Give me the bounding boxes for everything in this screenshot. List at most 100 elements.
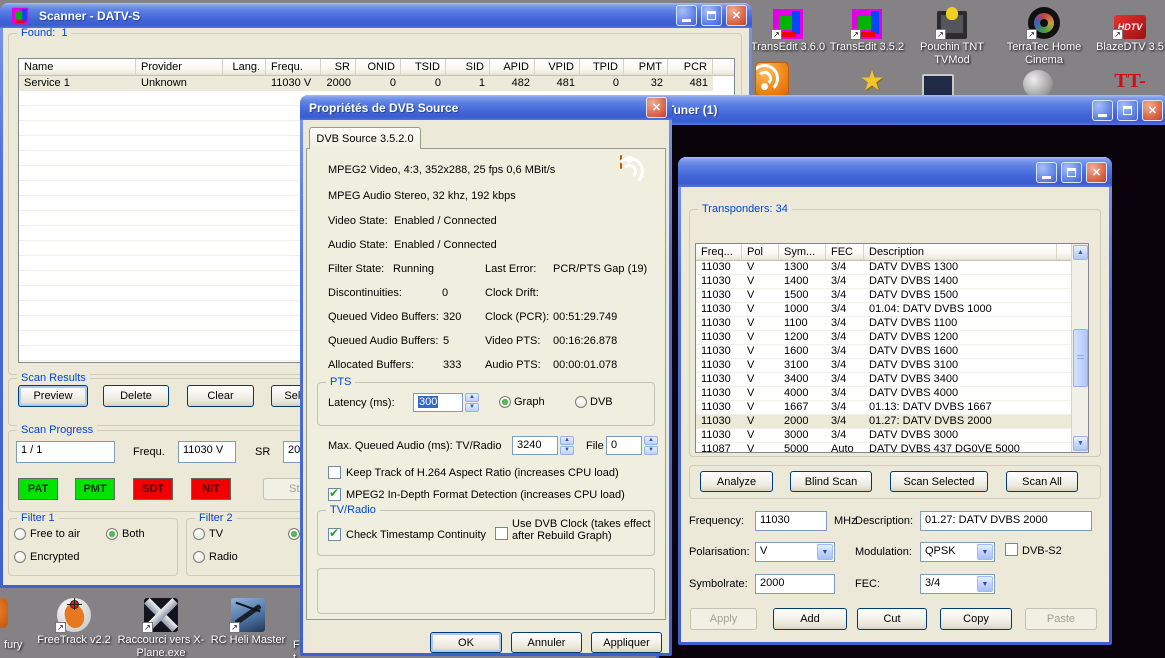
transponder-cell[interactable]: 4000	[779, 387, 826, 400]
transponder-cell[interactable]: V	[742, 401, 779, 414]
transponder-cell[interactable]: 3/4	[826, 429, 864, 442]
scanner-column-header[interactable]: PCR	[668, 59, 713, 76]
latency-spinner[interactable]: ▲▼	[465, 393, 479, 412]
dvbs2-checkbox[interactable]	[1005, 543, 1018, 556]
scanner-column-header[interactable]: Name	[19, 59, 136, 76]
progress-field[interactable]: 1 / 1	[16, 441, 115, 463]
service-cell[interactable]	[223, 76, 266, 91]
transponder-cell[interactable]: 11030	[696, 317, 742, 330]
transponder-cell[interactable]: 1600	[779, 345, 826, 358]
transponder-cell[interactable]: 11030	[696, 303, 742, 316]
transponder-cell[interactable]: 11030	[696, 373, 742, 386]
transponder-cell[interactable]: V	[742, 443, 779, 453]
minimize-button[interactable]	[1092, 100, 1113, 121]
graph-radio[interactable]	[499, 396, 511, 408]
transponder-cell[interactable]: 3/4	[826, 289, 864, 302]
transponder-cell[interactable]: 11030	[696, 401, 742, 414]
transponder-cell[interactable]: 3/4	[826, 373, 864, 386]
transponder-row[interactable]: 11030V13003/4DATV DVBS 1300	[696, 261, 1088, 275]
transponder-cell[interactable]: V	[742, 345, 779, 358]
transponder-cell[interactable]: V	[742, 289, 779, 302]
transponder-column-header[interactable]: Pol	[742, 244, 779, 261]
transponder-cell[interactable]: 3/4	[826, 401, 864, 414]
scan-selected-button[interactable]: Scan Selected	[890, 471, 988, 492]
transponder-row[interactable]: 11030V31003/4DATV DVBS 3100	[696, 359, 1088, 373]
transponder-cell[interactable]: 3/4	[826, 345, 864, 358]
desktop-icon-freetrack[interactable]: ↗ FreeTrack v2.2	[34, 596, 114, 647]
scanner-column-header[interactable]: Lang.	[223, 59, 266, 76]
frequency-input[interactable]: 11030	[755, 511, 827, 531]
close-button[interactable]: ✕	[646, 97, 667, 118]
scroll-down-icon[interactable]: ▼	[1073, 436, 1088, 451]
transponder-cell[interactable]: 1400	[779, 275, 826, 288]
service-cell[interactable]: 2000	[321, 76, 356, 91]
transponder-cell[interactable]: 3/4	[826, 275, 864, 288]
scanner-column-header[interactable]: ONID	[356, 59, 401, 76]
transponder-cell[interactable]: 3/4	[826, 331, 864, 344]
scroll-up-icon[interactable]: ▲	[1073, 245, 1088, 260]
transponder-cell[interactable]: DATV DVBS 1500	[864, 289, 1057, 302]
service-cell[interactable]: 32	[624, 76, 668, 91]
symbolrate-input[interactable]: 2000	[755, 574, 835, 594]
transponder-cell[interactable]: Auto	[826, 443, 864, 453]
scanner-column-header[interactable]: SID	[446, 59, 490, 76]
scan-all-button[interactable]: Scan All	[1006, 471, 1078, 492]
transponder-cell[interactable]: 01.04: DATV DVBS 1000	[864, 303, 1057, 316]
analyze-button[interactable]: Analyze	[700, 471, 773, 492]
transponder-cell[interactable]: 3/4	[826, 387, 864, 400]
transponder-cell[interactable]: 01.27: DATV DVBS 2000	[864, 415, 1057, 428]
transponder-cell[interactable]: 1200	[779, 331, 826, 344]
transponder-cell[interactable]: 1500	[779, 289, 826, 302]
transponder-cell[interactable]: 11030	[696, 429, 742, 442]
transponder-cell[interactable]: V	[742, 261, 779, 274]
minimize-button[interactable]	[676, 5, 697, 26]
transponder-cell[interactable]: 2000	[779, 415, 826, 428]
transponder-cell[interactable]: 1000	[779, 303, 826, 316]
service-cell[interactable]: 0	[356, 76, 401, 91]
transponder-row[interactable]: 11030V16673/401.13: DATV DVBS 1667	[696, 401, 1088, 415]
transponder-cell[interactable]: V	[742, 387, 779, 400]
scanner-titlebar[interactable]: Scanner - DATV-S ✕	[0, 3, 752, 28]
maximize-button[interactable]	[1061, 162, 1082, 183]
chevron-down-icon[interactable]: ▼	[977, 576, 993, 592]
filter2-both-radio[interactable]	[288, 528, 300, 540]
transponder-cell[interactable]: DATV DVBS 1400	[864, 275, 1057, 288]
transponder-row[interactable]: 11030V11003/4DATV DVBS 1100	[696, 317, 1088, 331]
fec-select[interactable]: 3/4▼	[920, 574, 995, 594]
service-cell[interactable]: Service 1	[19, 76, 136, 91]
transponder-cell[interactable]: V	[742, 415, 779, 428]
desktop-icon-satellite[interactable]	[1018, 62, 1058, 98]
maximize-button[interactable]	[701, 5, 722, 26]
transponder-cell[interactable]: 3/4	[826, 261, 864, 274]
scanner-column-header[interactable]: Provider	[136, 59, 223, 76]
transponder-cell[interactable]: DATV DVBS 1200	[864, 331, 1057, 344]
close-button[interactable]: ✕	[1086, 162, 1107, 183]
preview-button[interactable]: Preview	[18, 385, 88, 407]
timestamp-checkbox[interactable]: ✔	[328, 528, 341, 541]
scanner-column-header[interactable]: TPID	[580, 59, 624, 76]
transponder-cell[interactable]: 3400	[779, 373, 826, 386]
tuner-titlebar[interactable]: Tuner (1) ✕	[656, 95, 1165, 125]
transponder-column-header[interactable]: Sym...	[779, 244, 826, 261]
desktop-icon-blazedtv[interactable]: HDTV↗ BlazeDTV 3.5	[1092, 3, 1165, 54]
transponder-cell[interactable]: V	[742, 275, 779, 288]
chevron-down-icon[interactable]: ▼	[817, 544, 833, 560]
desktop-icon-rcheli[interactable]: ↗ RC Heli Master	[204, 596, 292, 647]
dialog-titlebar[interactable]: Propriétés de DVB Source ✕	[300, 95, 672, 120]
transponder-cell[interactable]: 11087	[696, 443, 742, 453]
fury-icon[interactable]	[0, 598, 8, 628]
desktop-icon-pouchin[interactable]: ↗ Pouchin TNT TVMod	[912, 3, 992, 67]
transponder-cell[interactable]: 5000	[779, 443, 826, 453]
desktop-icon-monitor[interactable]	[918, 62, 958, 98]
file-input[interactable]: 0	[606, 436, 642, 455]
desktop-icon-terratec[interactable]: ↗ TerraTec Home Cinema	[1000, 3, 1088, 67]
paste-button[interactable]: Paste	[1025, 608, 1097, 630]
desktop-icon-label-partial[interactable]: F t	[293, 639, 300, 658]
scanner-column-header[interactable]: PMT	[624, 59, 668, 76]
service-cell[interactable]: 0	[401, 76, 446, 91]
mpeg2-checkbox[interactable]: ✔	[328, 488, 341, 501]
encrypted-radio[interactable]	[14, 551, 26, 563]
use-dvb-clock-checkbox[interactable]	[495, 527, 508, 540]
scanner-column-header[interactable]: SR	[321, 59, 356, 76]
scanner-column-header[interactable]: TSID	[401, 59, 446, 76]
